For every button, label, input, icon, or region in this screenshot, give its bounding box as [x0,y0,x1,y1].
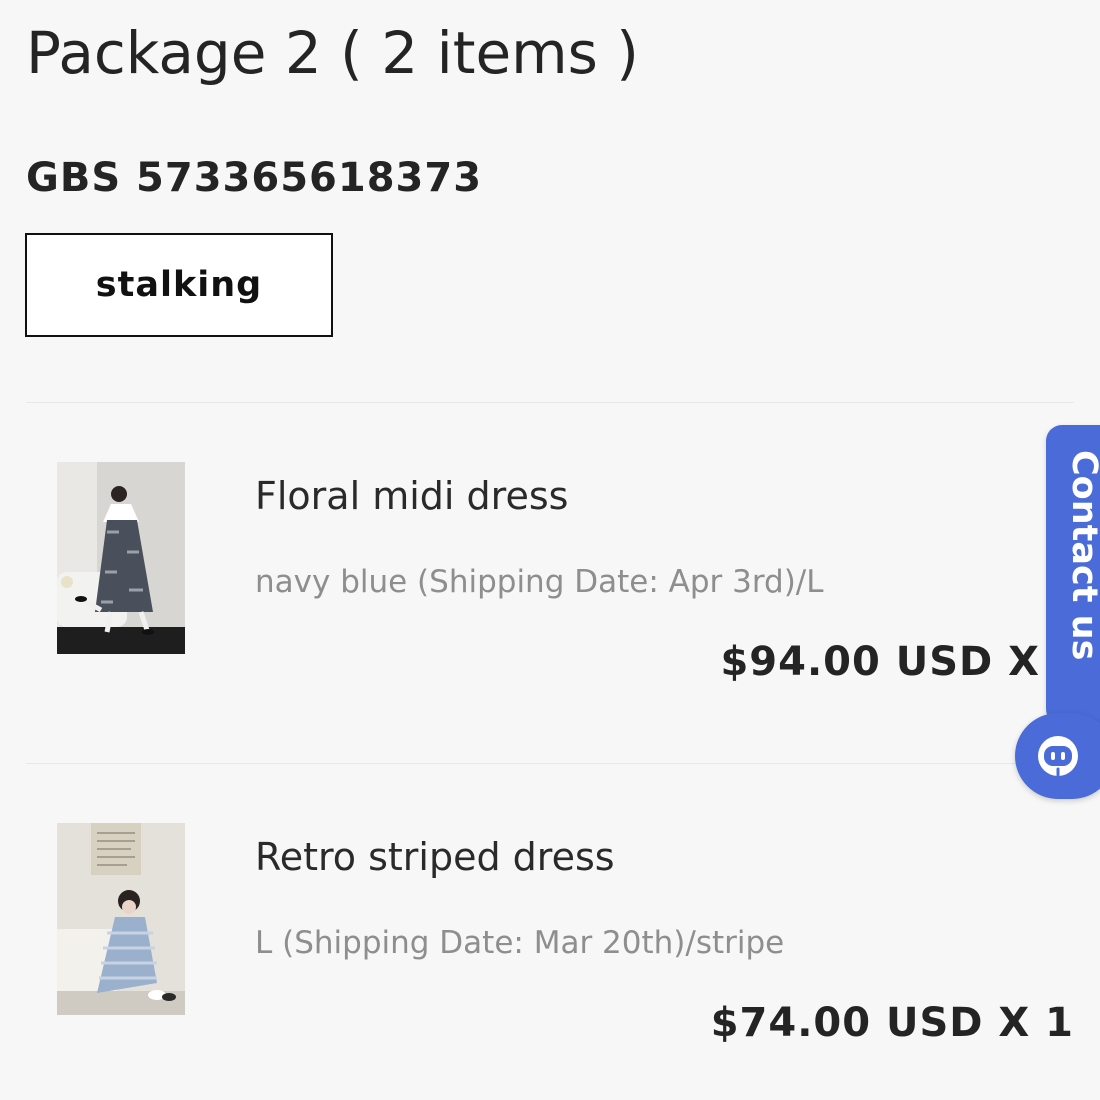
divider [26,402,1074,403]
item-price: $74.00 USD X 1 [710,1000,1074,1046]
item-name[interactable]: Retro striped dress [255,831,615,883]
item-name[interactable]: Floral midi dress [255,470,568,522]
contact-us-tab[interactable]: Contact us [1046,425,1100,725]
item-price: $94.00 USD X [720,639,1040,685]
chat-button[interactable] [1015,713,1100,799]
product-thumbnail[interactable] [57,823,185,1015]
floral-dress-photo-icon [57,462,185,654]
striped-dress-photo-icon [57,823,185,1015]
product-thumbnail[interactable] [57,462,185,654]
item-variant: L (Shipping Date: Mar 20th)/stripe [255,925,785,961]
tracking-number: GBS 573365618373 [26,155,483,201]
item-variant: navy blue (Shipping Date: Apr 3rd)/L [255,564,824,600]
track-package-button[interactable]: stalking [25,233,333,337]
contact-us-label: Contact us [1064,450,1100,661]
package-title: Package 2 ( 2 items ) [26,19,639,87]
divider [26,763,1074,764]
chat-bot-icon [1035,733,1081,779]
